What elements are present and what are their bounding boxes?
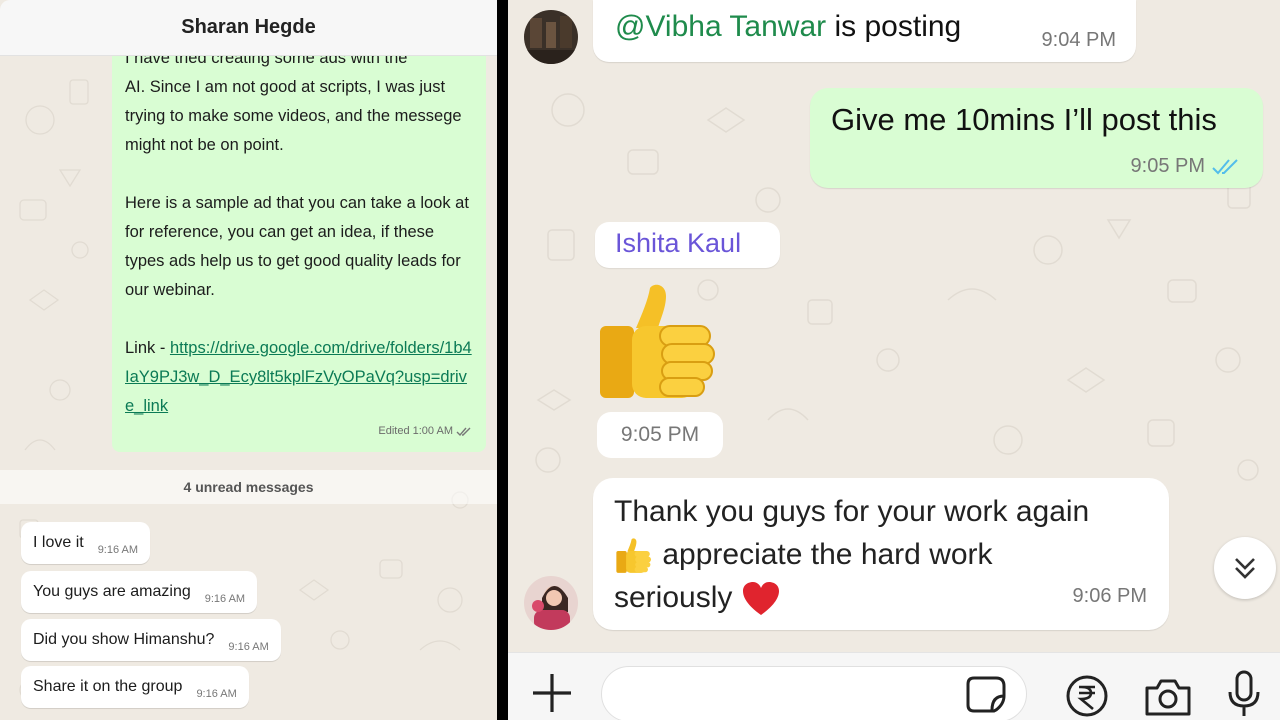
outgoing-message[interactable]: Give me 10mins I’ll post this 9:05 PM [810, 88, 1263, 188]
message-time: 9:16 AM [196, 688, 237, 700]
screenshot-divider [497, 0, 508, 720]
left-chat-screenshot: Sharan Hegde I have tried creating some … [0, 0, 497, 720]
rupee-icon[interactable] [1065, 674, 1109, 718]
message-time: 9:16 AM [228, 641, 269, 653]
message-meta: Edited 1:00 AM [378, 417, 472, 446]
message-line-1: Thank you guys for your work again [614, 495, 1090, 528]
message-line-3-wrap: seriously [614, 576, 1149, 619]
message-paragraph-2: Here is a sample ad that you can take a … [125, 194, 469, 299]
message-time: 9:04 PM [1041, 29, 1116, 51]
sticker-icon[interactable] [966, 674, 1008, 714]
drive-link[interactable]: https://drive.google.com/drive/folders/1… [125, 339, 472, 415]
message-time: 9:16 AM [204, 593, 246, 605]
avatar[interactable] [524, 10, 578, 64]
sender-name[interactable]: Ishita Kaul [595, 222, 780, 268]
incoming-message[interactable]: You guys are amazing 9:16 AM [21, 571, 258, 613]
message-input[interactable] [601, 666, 1027, 720]
message-time: 9:06 PM [1072, 585, 1147, 607]
plus-icon[interactable] [529, 670, 575, 716]
chat-header-title[interactable]: Sharan Hegde [0, 0, 497, 56]
incoming-message[interactable]: @Vibha Tanwar is posting 9:04 PM [593, 0, 1136, 62]
avatar-image [524, 10, 578, 64]
message-text: is posting [826, 10, 962, 43]
message-time: 9:16 AM [97, 544, 139, 556]
double-check-icon [456, 427, 471, 436]
outgoing-message-bubble: I have tried creating some ads with the … [112, 30, 486, 452]
message-line-2-wrap: appreciate the hard work [614, 533, 1149, 576]
thumbs-up-icon [600, 284, 715, 398]
chevrons-down-icon [1235, 558, 1255, 579]
message-text: Did you show Himanshu? [33, 631, 215, 648]
double-check-icon [1212, 158, 1238, 174]
unread-messages-divider: 4 unread messages [0, 470, 497, 504]
red-heart-icon [742, 582, 779, 616]
incoming-message[interactable]: I love it 9:16 AM [21, 522, 151, 564]
incoming-message[interactable]: Share it on the group 9:16 AM [21, 666, 249, 708]
message-link-line: Link - https://drive.google.com/drive/fo… [125, 334, 474, 421]
thumbs-up-icon [616, 538, 652, 573]
message-text: You guys are amazing [33, 583, 191, 600]
message-line-2: appreciate the hard work [662, 538, 993, 571]
message-text: Share it on the group [33, 678, 183, 695]
edited-timestamp: Edited 1:00 AM [378, 425, 453, 437]
incoming-message[interactable]: Did you show Himanshu? 9:16 AM [21, 619, 281, 661]
message-paragraph-1: AI. Since I am not good at scripts, I wa… [125, 78, 462, 154]
camera-icon[interactable] [1143, 676, 1193, 718]
microphone-icon[interactable] [1226, 670, 1262, 718]
scroll-to-bottom-button[interactable] [1214, 537, 1276, 599]
link-prefix: Link - [125, 339, 170, 357]
message-line-3: seriously [614, 581, 733, 614]
avatar[interactable] [524, 576, 578, 630]
incoming-message[interactable]: Thank you guys for your work again appre… [593, 478, 1169, 630]
message-time: 9:05 PM [1130, 155, 1205, 177]
avatar-image [524, 576, 578, 630]
message-time: 9:05 PM [597, 412, 723, 458]
message-text: I love it [33, 534, 84, 551]
message-text: Give me 10mins I’ll post this [831, 102, 1217, 137]
message-meta: 9:05 PM [1131, 155, 1241, 178]
user-mention[interactable]: @Vibha Tanwar [615, 10, 826, 43]
